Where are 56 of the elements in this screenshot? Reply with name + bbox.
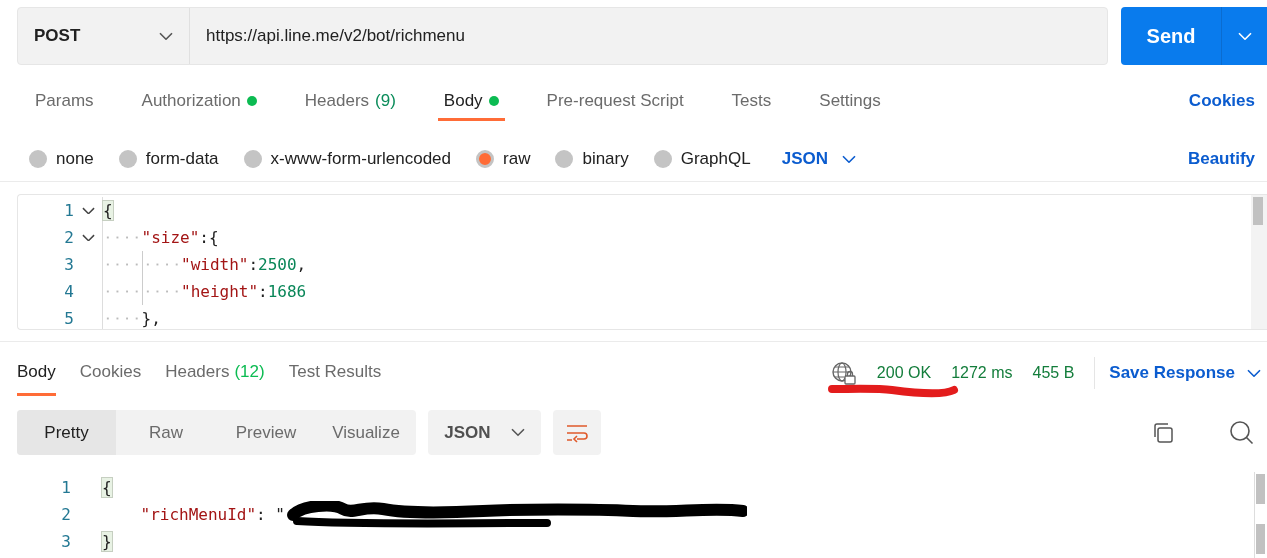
wrap-lines-button[interactable]: [553, 410, 601, 455]
chevron-down-icon: [841, 154, 856, 164]
line-number: 1: [60, 478, 71, 497]
wrap-lines-icon: [565, 422, 589, 443]
code-line: "richMenuId": ": [71, 501, 747, 528]
chevron-down-icon: [1247, 368, 1261, 378]
line-number: 4: [63, 282, 74, 301]
body-type-radio[interactable]: none: [29, 149, 94, 169]
response-tab[interactable]: Test Results: [288, 350, 382, 396]
response-tab[interactable]: Headers (12): [165, 350, 265, 396]
scrollbar[interactable]: [1251, 195, 1267, 329]
cookies-link[interactable]: Cookies: [1188, 91, 1255, 111]
code-line: "height":1686: [102, 278, 307, 305]
code-editor[interactable]: 1 { 2 "size":{ 3 "width":2500, 4 "height":1686 5 },: [17, 194, 1267, 330]
code-line: {: [102, 197, 113, 224]
response-size: 455 B: [1032, 364, 1075, 382]
request-tab[interactable]: Body: [437, 81, 505, 121]
request-tab[interactable]: Authorization: [135, 81, 263, 121]
body-type-radio[interactable]: raw: [476, 149, 531, 169]
body-type-radio[interactable]: binary: [555, 149, 629, 169]
code-line: "size":{: [102, 224, 219, 251]
chevron-down-icon: [1237, 31, 1252, 41]
request-tab[interactable]: Tests: [725, 81, 778, 121]
request-tab[interactable]: Settings: [813, 81, 887, 121]
view-mode-tab[interactable]: Preview: [216, 410, 316, 455]
copy-icon[interactable]: [1151, 420, 1175, 445]
request-tab[interactable]: Pre-request Script: [540, 81, 690, 121]
request-tab[interactable]: Params: [29, 81, 100, 121]
view-mode-tab[interactable]: Pretty: [17, 410, 116, 455]
body-type-radio[interactable]: GraphQL: [653, 149, 751, 169]
view-mode-tab[interactable]: Visualize: [316, 410, 416, 455]
chevron-down-icon: [510, 428, 525, 437]
format-dropdown[interactable]: JSON: [775, 148, 862, 170]
code-line: "width":2500,: [102, 251, 307, 278]
response-tab[interactable]: Cookies: [79, 350, 142, 396]
scrollbar[interactable]: [1254, 472, 1267, 558]
line-number: 2: [60, 505, 71, 524]
fold-chevron-icon: [81, 206, 95, 215]
body-type-radio[interactable]: form-data: [118, 149, 219, 169]
request-tab[interactable]: Headers (9): [298, 81, 402, 121]
response-time: 1272 ms: [951, 364, 1013, 382]
search-icon[interactable]: [1229, 419, 1255, 446]
line-number: 2: [63, 228, 74, 247]
beautify-link[interactable]: Beautify: [1187, 149, 1255, 169]
response-tab[interactable]: Body: [17, 350, 56, 396]
fold-chevron-icon: [81, 233, 95, 242]
line-number: 1: [63, 201, 74, 220]
line-number: 5: [63, 309, 74, 328]
status-code: 200 OK: [876, 364, 932, 382]
line-number: 3: [63, 255, 74, 274]
view-mode-tab[interactable]: Raw: [116, 410, 216, 455]
body-type-radio[interactable]: x-www-form-urlencoded: [243, 149, 451, 169]
globe-lock-icon: [830, 361, 857, 385]
line-number: 3: [60, 532, 71, 551]
save-response-button[interactable]: Save Response: [1109, 363, 1261, 383]
format-dropdown[interactable]: JSON: [428, 410, 541, 455]
